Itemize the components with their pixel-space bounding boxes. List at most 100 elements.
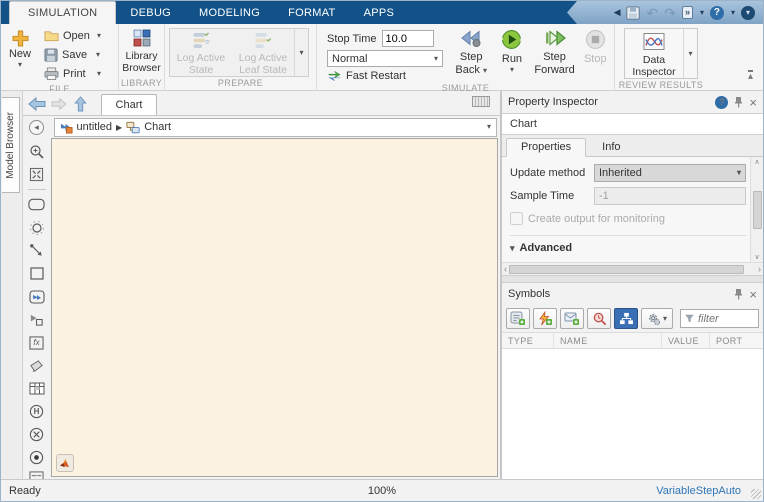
minimize-ribbon-icon[interactable]: ▾: [741, 5, 755, 20]
pi-tab-info[interactable]: Info: [588, 139, 634, 156]
create-event-button[interactable]: [533, 308, 557, 329]
history-junction-tool[interactable]: H: [26, 402, 48, 421]
pi-vertical-scrollbar[interactable]: ∧ ∨: [750, 157, 763, 262]
more-commands-icon[interactable]: »: [681, 6, 693, 19]
filter-funnel-icon: [685, 314, 694, 323]
resize-grip[interactable]: [751, 489, 761, 499]
save-icon[interactable]: [626, 5, 641, 20]
run-button[interactable]: Run ▾: [493, 26, 530, 74]
junction-tool[interactable]: [26, 218, 48, 237]
open-caret-icon[interactable]: ▾: [97, 31, 101, 40]
palette-divider: [27, 189, 46, 191]
function-tool[interactable]: fx: [26, 333, 48, 352]
column-port[interactable]: PORT: [710, 333, 763, 348]
stop-time-label: Stop Time: [327, 32, 377, 45]
new-button[interactable]: New ▾: [3, 26, 37, 69]
create-data-button[interactable]: [506, 308, 530, 329]
help-caret-icon[interactable]: ▾: [731, 8, 735, 17]
print-caret-icon[interactable]: ▾: [97, 69, 101, 78]
model-browser-tab[interactable]: Model Browser: [2, 97, 21, 193]
scroll-down-icon[interactable]: ∨: [754, 253, 759, 261]
simulation-mode-select[interactable]: Normal ▾: [327, 50, 443, 67]
print-button[interactable]: Print ▾: [41, 64, 104, 83]
advanced-section-toggle[interactable]: ▾ Advanced: [510, 235, 746, 262]
log-active-leaf-state-label: Log Active Leaf State: [238, 52, 288, 77]
breadcrumb-caret-icon[interactable]: ▾: [487, 123, 491, 131]
column-value[interactable]: VALUE: [662, 333, 710, 348]
scroll-right-icon[interactable]: ›: [758, 264, 761, 274]
tab-debug[interactable]: DEBUG: [116, 1, 185, 24]
save-button[interactable]: Save ▾: [41, 45, 104, 64]
column-type[interactable]: TYPE: [502, 333, 554, 348]
help-icon[interactable]: ?: [709, 5, 724, 20]
breadcrumb[interactable]: untitled ▶ Chart ▾: [53, 117, 497, 137]
annotation-flag-tool[interactable]: [26, 356, 48, 375]
new-caret-icon[interactable]: ▾: [18, 61, 22, 69]
zoom-in-tool[interactable]: [26, 142, 48, 161]
tab-modeling[interactable]: MODELING: [185, 1, 274, 24]
status-solver-link[interactable]: VariableStepAuto: [656, 485, 755, 497]
clipped-bottom-tool[interactable]: [26, 471, 48, 479]
save-caret-icon[interactable]: ▾: [96, 50, 100, 59]
collapse-palette-button[interactable]: ◂: [29, 119, 45, 135]
exclusive-junction-tool[interactable]: [26, 425, 48, 444]
data-inspector-caret[interactable]: ▾: [683, 29, 697, 79]
qat-collapse-icon[interactable]: ◀: [614, 8, 621, 17]
step-forward-button[interactable]: Step Forward: [531, 26, 579, 76]
symbols-toolbar: ▾: [502, 305, 763, 332]
run-caret-icon[interactable]: ▾: [510, 65, 514, 74]
pi-tab-properties[interactable]: Properties: [506, 138, 587, 157]
tab-format[interactable]: FORMAT: [274, 1, 349, 24]
breadcrumb-model-label[interactable]: untitled: [77, 121, 112, 133]
logging-group-caret[interactable]: ▾: [294, 29, 308, 77]
column-name[interactable]: NAME: [554, 333, 662, 348]
tab-apps[interactable]: APPS: [350, 1, 409, 24]
symbols-close-icon[interactable]: ×: [749, 287, 757, 302]
symbols-filter[interactable]: [680, 309, 759, 328]
breadcrumb-chart-label[interactable]: Chart: [144, 121, 171, 133]
default-transition-tool[interactable]: [26, 241, 48, 260]
nav-up-icon[interactable]: [71, 95, 91, 113]
pi-help-icon[interactable]: ?: [715, 95, 729, 109]
chart-canvas[interactable]: [50, 138, 498, 477]
panel-splitter[interactable]: [502, 275, 763, 283]
viewport-badge-icon[interactable]: [472, 96, 490, 107]
symbols-pin-icon[interactable]: [734, 288, 743, 300]
entry-junction-tool[interactable]: [26, 448, 48, 467]
pi-pin-icon[interactable]: [734, 96, 743, 108]
truth-table-tool[interactable]: [26, 379, 48, 398]
pi-close-icon[interactable]: ×: [749, 95, 757, 110]
symbols-table-body[interactable]: [502, 349, 763, 479]
symbols-filter-input[interactable]: [697, 312, 754, 325]
symbols-settings-button[interactable]: ▾: [641, 308, 673, 329]
tab-simulation[interactable]: SIMULATION: [9, 1, 117, 24]
scroll-left-icon[interactable]: ‹: [504, 264, 507, 274]
fit-to-view-tool[interactable]: [26, 165, 48, 184]
matlab-badge-button[interactable]: [55, 454, 74, 472]
document-tab-chart[interactable]: Chart: [100, 94, 158, 115]
scroll-up-icon[interactable]: ∧: [754, 158, 759, 166]
state-tool[interactable]: [26, 195, 48, 214]
open-button[interactable]: Open ▾: [41, 26, 104, 45]
data-inspector-button[interactable]: Data Inspector: [625, 29, 683, 78]
create-message-button[interactable]: [560, 308, 584, 329]
simulink-state-tool[interactable]: [26, 287, 48, 306]
stop-time-input[interactable]: [381, 30, 434, 47]
more-commands-caret-icon[interactable]: ▾: [700, 8, 704, 17]
link-subchart-tool[interactable]: [26, 310, 48, 329]
nav-back-icon[interactable]: [27, 95, 47, 113]
update-method-caret-icon: ▾: [736, 168, 741, 177]
pi-vscroll-thumb[interactable]: [752, 190, 762, 229]
step-back-caret-icon[interactable]: ▾: [483, 66, 487, 75]
collapse-ribbon-button[interactable]: ▴: [738, 24, 763, 90]
fast-restart-toggle[interactable]: Fast Restart: [327, 70, 443, 82]
log-active-state-button: Log Active State: [170, 29, 232, 76]
library-browser-button[interactable]: Library Browser: [120, 26, 164, 74]
step-back-button[interactable]: Step Back ▾: [449, 26, 493, 76]
pi-hscroll-thumb[interactable]: [509, 264, 744, 274]
resolve-symbols-button[interactable]: [587, 308, 611, 329]
pi-horizontal-scrollbar[interactable]: ‹ ›: [502, 262, 763, 275]
update-method-select[interactable]: Inherited ▾: [594, 164, 746, 182]
show-child-symbols-button[interactable]: [614, 308, 638, 329]
box-tool[interactable]: [26, 264, 48, 283]
